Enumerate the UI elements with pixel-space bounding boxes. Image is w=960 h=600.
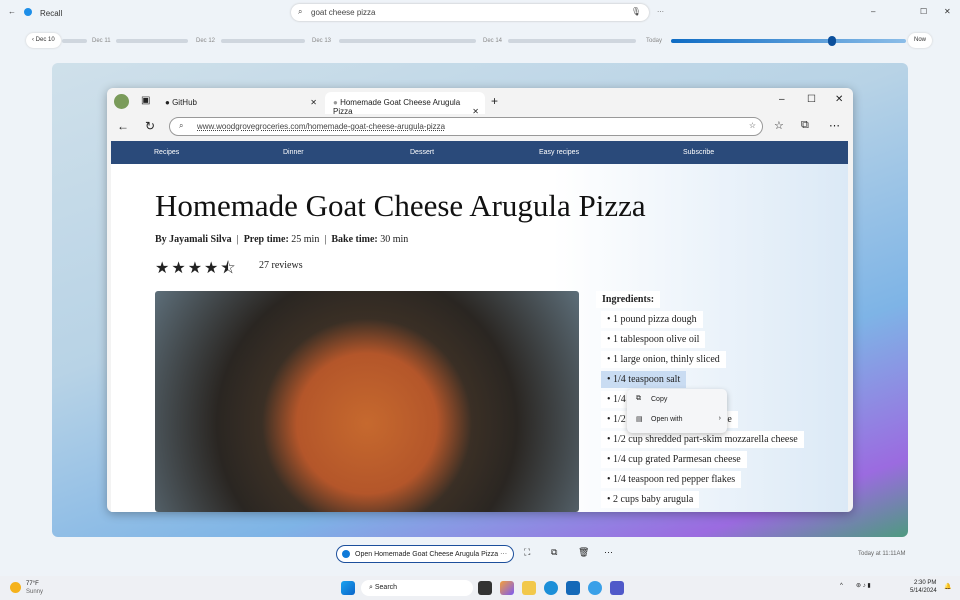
network-icon[interactable]: ⊛ ♪ ▮ [856, 582, 871, 589]
ingredient-item[interactable]: • 1/4 teaspoon salt [601, 371, 687, 388]
screenshot-icon[interactable]: ⛶ [524, 547, 530, 558]
search-value: goat cheese pizza [311, 8, 376, 17]
recall-logo-icon [24, 8, 32, 16]
copy-icon[interactable]: ⧉ [551, 547, 557, 558]
recipe-meta: By Jayamali Silva | Prep time: 25 min | … [155, 234, 409, 245]
timeline-today-track[interactable] [671, 39, 906, 43]
star-rating: ★★★★⯪ [155, 260, 238, 277]
nav-dessert[interactable]: Dessert [410, 149, 434, 156]
tab-actions-icon[interactable]: ▣ [141, 95, 150, 106]
ingredient-item[interactable]: • 1 tablespoon olive oil [601, 331, 706, 348]
profile-avatar[interactable] [114, 94, 129, 109]
menu-copy[interactable]: ⧉ Copy [627, 389, 727, 409]
taskbar-search[interactable]: ⌕ Search [361, 580, 473, 596]
ingredient-item[interactable]: • 1/4 cup grated Parmesan cheese [601, 451, 747, 468]
address-bar[interactable]: ⌕ www.woodgrovegroceries.com/homemade-go… [169, 117, 763, 136]
nav-recipes[interactable]: Recipes [154, 149, 179, 156]
app-title: Recall [40, 9, 63, 18]
ingredient-item[interactable]: • 1 pound pizza dough [601, 311, 703, 328]
url-text: www.woodgrovegroceries.com/homemade-goat… [197, 122, 446, 131]
microphone-icon[interactable]: 🎙 [631, 7, 641, 16]
new-tab-button[interactable]: + [491, 94, 498, 108]
refresh-icon[interactable]: ↻ [145, 119, 155, 133]
open-in-browser-button[interactable]: Open Homemade Goat Cheese Arugula Pizza … [336, 545, 514, 563]
recall-icon[interactable] [588, 581, 602, 595]
taskbar: 77°F Sunny ⌕ Search ^ ⊛ ♪ ▮ 2:30 PM 5/14… [0, 576, 960, 600]
search-icon: ⌕ [179, 121, 184, 130]
maximize-browser[interactable]: ☐ [807, 94, 816, 105]
snapshot-timestamp: Today at 11:11AM [858, 551, 906, 557]
site-nav: Recipes Dinner Dessert Easy recipes Subs… [111, 141, 848, 164]
nav-easy-recipes[interactable]: Easy recipes [539, 149, 579, 156]
file-explorer-icon[interactable] [522, 581, 536, 595]
start-icon[interactable] [341, 581, 355, 595]
weather-desc: Sunny [26, 589, 44, 595]
more-icon[interactable]: ⋯ [657, 8, 664, 16]
clock-date[interactable]: 5/14/2024 [910, 588, 937, 594]
timeline-label[interactable]: Dec 14 [483, 38, 502, 44]
teams-icon[interactable] [610, 581, 624, 595]
browser-window: ▣ ● GitHub ✕ ● Homemade Goat Cheese Arugu… [107, 88, 853, 512]
close-button[interactable]: ✕ [944, 7, 951, 16]
timeline[interactable]: ‹ Dec 10 Dec 11 Dec 12 Dec 13 Dec 14 Tod… [24, 33, 936, 49]
ingredient-item[interactable]: • 1/4 teaspoon red pepper flakes [601, 471, 742, 488]
weather-icon[interactable] [10, 582, 21, 593]
timeline-label[interactable]: Dec 13 [312, 38, 331, 44]
favorite-icon[interactable]: ☆ [749, 121, 756, 130]
nav-dinner[interactable]: Dinner [283, 149, 304, 156]
maximize-button[interactable]: ☐ [920, 7, 927, 16]
recipe-title: Homemade Goat Cheese Arugula Pizza [155, 188, 646, 223]
ingredients-heading: Ingredients: [596, 291, 661, 308]
pizza-image [155, 291, 579, 512]
back-icon[interactable]: ← [8, 7, 16, 16]
nav-subscribe[interactable]: Subscribe [683, 149, 714, 156]
timeline-label[interactable]: Today [646, 38, 662, 44]
context-menu: ⧉ Copy ▤ Open with › [627, 389, 727, 433]
weather-temp: 77°F [26, 581, 39, 587]
minimize-button[interactable]: – [871, 7, 875, 16]
minimize-browser[interactable]: – [779, 94, 785, 105]
ingredient-item[interactable]: • 1/2 cup shredded part-skim mozzarella … [601, 431, 804, 448]
tray-chevron-icon[interactable]: ^ [840, 583, 843, 589]
timeline-dec10[interactable]: ‹ Dec 10 [26, 33, 61, 48]
menu-open-with[interactable]: ▤ Open with › [627, 409, 727, 429]
more-icon[interactable]: ⋯ [829, 119, 840, 132]
ingredient-item[interactable]: • 2 cups baby arugula [601, 491, 700, 508]
tab-github[interactable]: ● GitHub ✕ [157, 92, 323, 114]
collections-icon[interactable]: ⧉ [801, 119, 809, 132]
delete-icon[interactable]: 🗑 [578, 547, 589, 558]
more-icon[interactable]: ⋯ [604, 547, 613, 558]
edge-icon[interactable] [544, 581, 558, 595]
reviews-link[interactable]: 27 reviews [259, 260, 303, 271]
back-icon[interactable]: ← [117, 119, 129, 133]
action-bar: Open Homemade Goat Cheese Arugula Pizza … [0, 540, 960, 576]
favorites-icon[interactable]: ☆ [774, 119, 784, 132]
timeline-slider-thumb[interactable] [828, 36, 836, 46]
timeline-label[interactable]: Dec 11 [92, 38, 111, 44]
clock-time[interactable]: 2:30 PM [914, 580, 936, 586]
copilot-icon[interactable] [500, 581, 514, 595]
task-view-icon[interactable] [478, 581, 492, 595]
ingredient-item[interactable]: • 1 large onion, thinly sliced [601, 351, 726, 368]
timeline-label[interactable]: Dec 12 [196, 38, 215, 44]
now-button[interactable]: Now [908, 33, 933, 48]
close-browser[interactable]: ✕ [835, 94, 843, 105]
recall-search-input[interactable]: ⌕ goat cheese pizza 🎙 [291, 4, 649, 21]
store-icon[interactable] [566, 581, 580, 595]
tab-recipe[interactable]: ● Homemade Goat Cheese Arugula Pizza ✕ [325, 92, 485, 116]
search-icon: ⌕ [298, 7, 303, 16]
notification-icon[interactable]: 🔔 [944, 583, 951, 590]
